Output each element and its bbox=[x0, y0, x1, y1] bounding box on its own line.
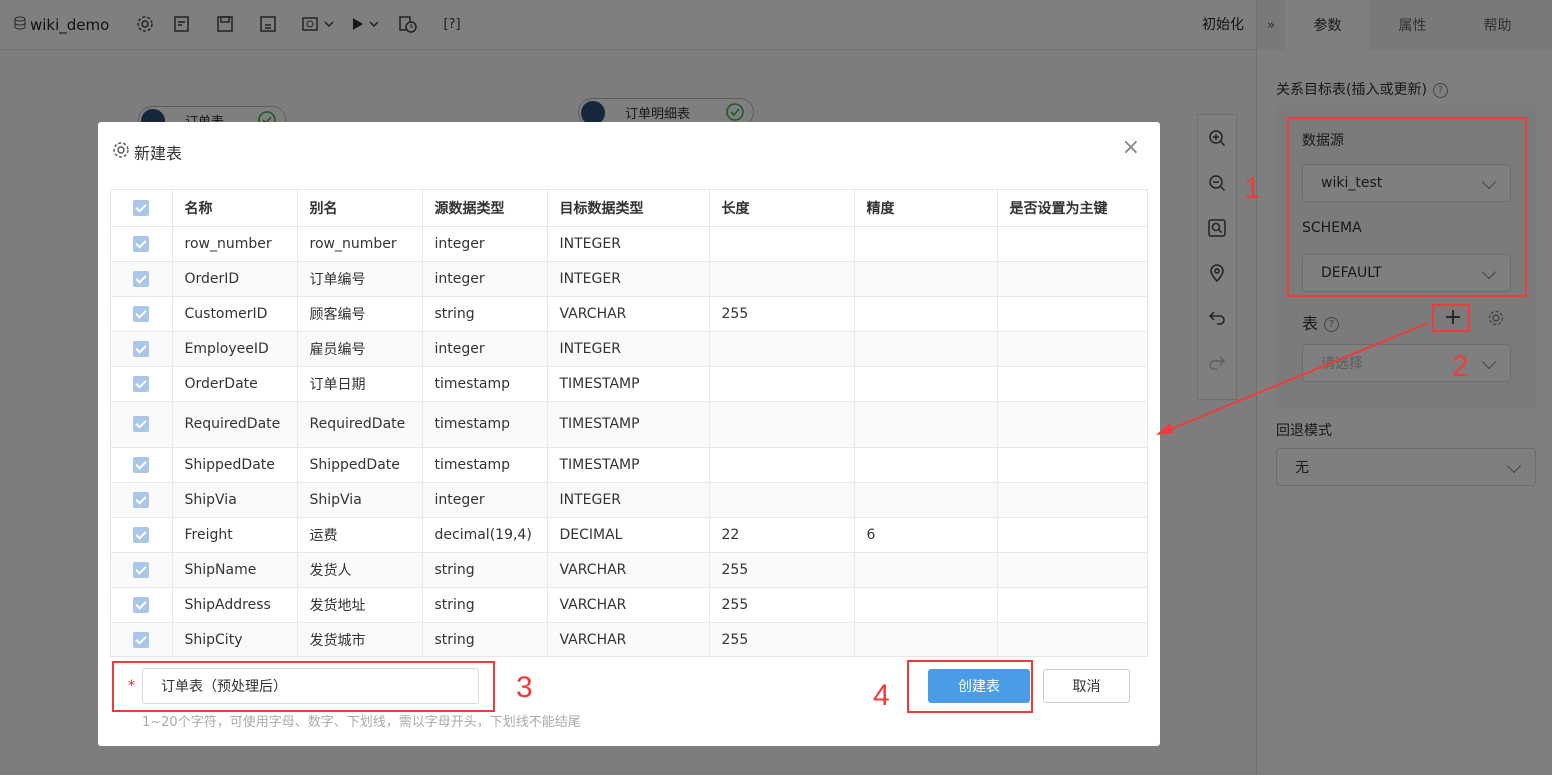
annotation-arrow bbox=[1156, 322, 1429, 435]
